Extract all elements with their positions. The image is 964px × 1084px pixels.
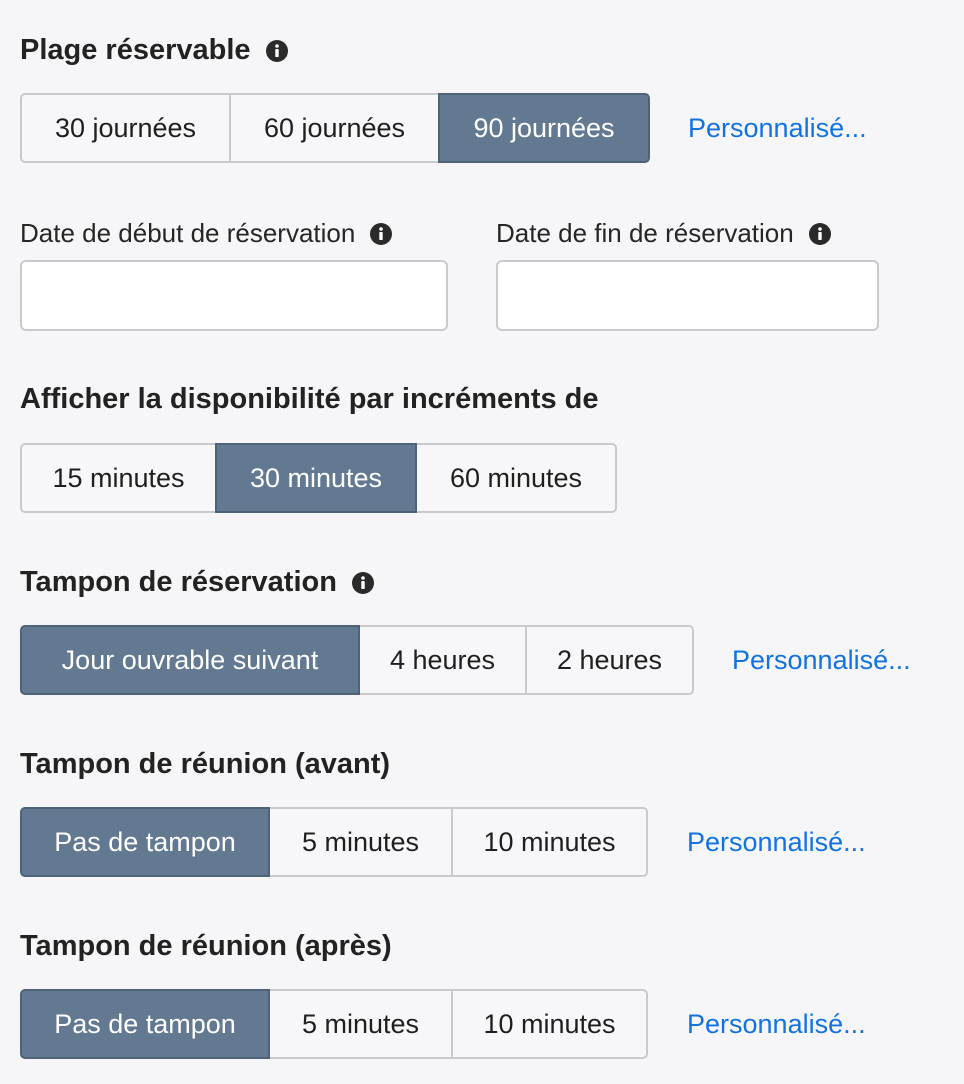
meeting-buffer-before-custom-link[interactable]: Personnalisé...	[687, 827, 866, 858]
increment-option-60[interactable]: 60 minutes	[415, 443, 617, 513]
increment-option-30[interactable]: 30 minutes	[215, 443, 417, 513]
info-icon[interactable]	[265, 39, 289, 63]
booking-buffer-label-text: Tampon de réservation	[20, 566, 337, 598]
booking-start-label: Date de début de réservation	[20, 218, 393, 249]
bookable-range-option-60[interactable]: 60 journées	[229, 93, 440, 163]
booking-buffer-option-2h[interactable]: 2 heures	[525, 625, 694, 695]
meeting-buffer-before-label: Tampon de réunion (avant)	[20, 748, 390, 781]
booking-buffer-option-next-business-day[interactable]: Jour ouvrable suivant	[20, 625, 360, 695]
increments-selector: 15 minutes 30 minutes 60 minutes	[20, 443, 617, 513]
meeting-buffer-before-option-10[interactable]: 10 minutes	[451, 807, 648, 877]
booking-buffer-custom-link[interactable]: Personnalisé...	[732, 645, 911, 676]
meeting-buffer-before-selector: Pas de tampon 5 minutes 10 minutes	[20, 807, 648, 877]
meeting-buffer-after-label: Tampon de réunion (après)	[20, 930, 392, 963]
bookable-range-option-90[interactable]: 90 journées	[438, 93, 650, 163]
booking-end-label-text: Date de fin de réservation	[496, 218, 794, 248]
meeting-buffer-before-option-none[interactable]: Pas de tampon	[20, 807, 270, 877]
booking-buffer-selector: Jour ouvrable suivant 4 heures 2 heures	[20, 625, 694, 695]
increments-label: Afficher la disponibilité par incréments…	[20, 383, 599, 416]
increment-option-15[interactable]: 15 minutes	[20, 443, 217, 513]
booking-start-label-text: Date de début de réservation	[20, 218, 356, 248]
meeting-buffer-after-option-none[interactable]: Pas de tampon	[20, 989, 270, 1059]
bookable-range-label: Plage réservable	[20, 34, 289, 67]
increments-label-text: Afficher la disponibilité par incréments…	[20, 383, 599, 415]
meeting-buffer-before-label-text: Tampon de réunion (avant)	[20, 748, 391, 780]
info-icon[interactable]	[351, 571, 375, 595]
meeting-buffer-after-label-text: Tampon de réunion (après)	[20, 930, 392, 962]
bookable-range-selector: 30 journées 60 journées 90 journées	[20, 93, 650, 163]
booking-start-input[interactable]	[20, 260, 448, 331]
meeting-buffer-after-option-10[interactable]: 10 minutes	[451, 989, 648, 1059]
meeting-buffer-after-option-5[interactable]: 5 minutes	[268, 989, 453, 1059]
meeting-buffer-before-option-5[interactable]: 5 minutes	[268, 807, 453, 877]
meeting-buffer-after-custom-link[interactable]: Personnalisé...	[687, 1009, 866, 1040]
bookable-range-option-30[interactable]: 30 journées	[20, 93, 231, 163]
booking-end-label: Date de fin de réservation	[496, 218, 832, 249]
bookable-range-label-text: Plage réservable	[20, 34, 251, 66]
info-icon[interactable]	[369, 222, 393, 246]
booking-buffer-label: Tampon de réservation	[20, 566, 375, 599]
bookable-range-custom-link[interactable]: Personnalisé...	[688, 113, 867, 144]
booking-buffer-option-4h[interactable]: 4 heures	[358, 625, 527, 695]
booking-end-input[interactable]	[496, 260, 879, 331]
meeting-buffer-after-selector: Pas de tampon 5 minutes 10 minutes	[20, 989, 648, 1059]
info-icon[interactable]	[808, 222, 832, 246]
